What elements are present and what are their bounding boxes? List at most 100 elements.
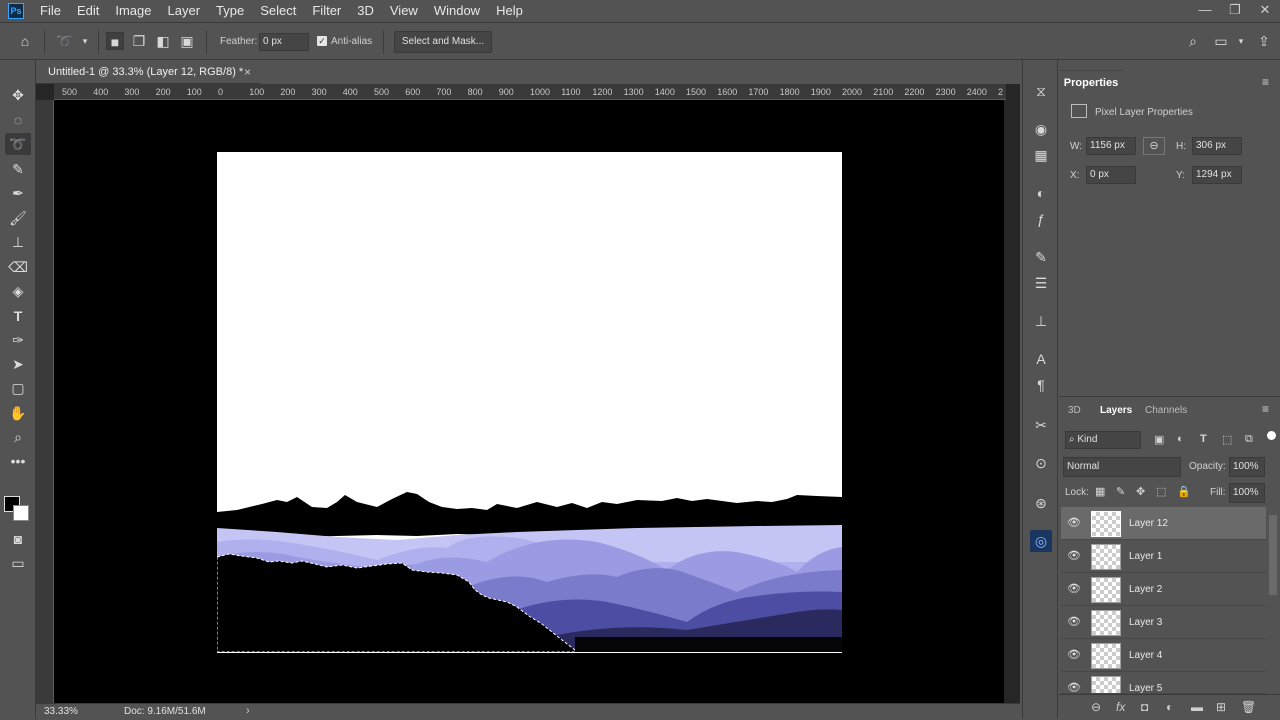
eraser-tool-icon[interactable]: ⌫: [5, 256, 31, 278]
brushes-icon[interactable]: ✎: [1030, 246, 1052, 268]
brush-tool-icon[interactable]: 🖌: [5, 207, 31, 229]
zoom-tool-icon[interactable]: ⌕: [5, 426, 31, 448]
libraries-icon[interactable]: ⊛: [1030, 492, 1052, 514]
filter-adjustment-icon[interactable]: ◐: [1177, 433, 1184, 445]
type-tool-icon[interactable]: T: [5, 305, 31, 327]
new-group-icon[interactable]: ▬: [1191, 700, 1203, 714]
menu-layer[interactable]: Layer: [160, 0, 209, 22]
menu-filter[interactable]: Filter: [304, 0, 349, 22]
learn-icon[interactable]: ◎: [1030, 530, 1052, 552]
layer-row-layer-4[interactable]: 👁 Layer 4: [1061, 639, 1266, 672]
clone-source-icon[interactable]: ⊥: [1030, 310, 1052, 332]
new-selection-icon[interactable]: ■: [106, 32, 124, 50]
chevron-down-icon[interactable]: ▾: [76, 32, 94, 50]
menu-view[interactable]: View: [382, 0, 426, 22]
delete-layer-icon[interactable]: 🗑: [1241, 700, 1256, 714]
filter-kind-select[interactable]: ⌕ Kind: [1065, 431, 1141, 449]
color-icon[interactable]: ◉: [1030, 118, 1052, 140]
anti-alias-checkbox[interactable]: ✓: [317, 36, 327, 46]
feather-input[interactable]: 0 px: [259, 33, 309, 51]
layer-name[interactable]: Layer 1: [1129, 551, 1162, 562]
subtract-from-selection-icon[interactable]: ◧: [154, 32, 172, 50]
adjustments-icon[interactable]: ◐: [1030, 182, 1052, 204]
filter-smart-object-icon[interactable]: ⧉: [1245, 433, 1253, 446]
eyedropper-tool-icon[interactable]: ✒: [5, 182, 31, 204]
brush-settings-icon[interactable]: ☰: [1030, 272, 1052, 294]
height-input[interactable]: 306 px: [1192, 137, 1242, 155]
lock-image-icon[interactable]: ✎: [1116, 485, 1125, 498]
add-mask-icon[interactable]: ◘: [1141, 700, 1148, 714]
minimize-button[interactable]: —: [1190, 0, 1220, 22]
menu-image[interactable]: Image: [107, 0, 159, 22]
screen-mode-icon[interactable]: ▭: [5, 552, 31, 574]
panel-menu-icon[interactable]: ≡: [1262, 402, 1269, 416]
quick-selection-tool-icon[interactable]: ✎: [5, 158, 31, 180]
menu-type[interactable]: Type: [208, 0, 252, 22]
share-icon[interactable]: ⇪: [1255, 32, 1273, 50]
filter-toggle[interactable]: [1267, 431, 1276, 440]
tool-presets-icon[interactable]: ✂: [1030, 414, 1052, 436]
visibility-eye-icon[interactable]: 👁: [1067, 681, 1081, 693]
visibility-eye-icon[interactable]: 👁: [1067, 516, 1081, 529]
menu-3d[interactable]: 3D: [349, 0, 382, 22]
restore-button[interactable]: ❐: [1220, 0, 1250, 22]
visibility-eye-icon[interactable]: 👁: [1067, 615, 1081, 628]
paragraph-icon[interactable]: ¶: [1030, 374, 1052, 396]
workspace-icon[interactable]: ▭: [1212, 32, 1230, 50]
lasso-tool-preset-icon[interactable]: ➰: [56, 32, 74, 50]
intersect-selection-icon[interactable]: ▣: [178, 32, 196, 50]
tab-layers[interactable]: Layers: [1100, 405, 1132, 416]
document-tab[interactable]: Untitled-1 @ 33.3% (Layer 12, RGB/8) * ×: [36, 60, 261, 84]
more-tools-icon[interactable]: •••: [5, 450, 31, 472]
layer-name[interactable]: Layer 4: [1129, 650, 1162, 661]
tab-channels[interactable]: Channels: [1145, 405, 1187, 416]
layer-row-layer-5[interactable]: 👁 Layer 5: [1061, 672, 1266, 694]
paint-bucket-tool-icon[interactable]: ◈: [5, 280, 31, 302]
stamp-tool-icon[interactable]: ⊥: [5, 231, 31, 253]
visibility-eye-icon[interactable]: 👁: [1067, 549, 1081, 562]
move-tool-icon[interactable]: ✥: [5, 84, 31, 106]
history-icon[interactable]: ⧖: [1030, 80, 1052, 102]
landscape-artwork[interactable]: [217, 152, 842, 653]
lock-all-icon[interactable]: 🔒: [1177, 485, 1191, 498]
background-color-swatch[interactable]: [13, 505, 29, 521]
menu-window[interactable]: Window: [426, 0, 488, 22]
filter-pixel-icon[interactable]: ▣: [1154, 433, 1164, 446]
status-menu-arrow[interactable]: ›: [246, 705, 250, 717]
rectangle-tool-icon[interactable]: ▢: [5, 377, 31, 399]
layer-name[interactable]: Layer 5: [1129, 683, 1162, 693]
close-tab-icon[interactable]: ×: [244, 65, 251, 79]
tab-3d[interactable]: 3D: [1068, 405, 1081, 416]
menu-select[interactable]: Select: [252, 0, 304, 22]
pen-tool-icon[interactable]: ✑: [5, 329, 31, 351]
add-to-selection-icon[interactable]: ❐: [130, 32, 148, 50]
hand-tool-icon[interactable]: ✋: [5, 402, 31, 424]
character-icon[interactable]: A: [1030, 348, 1052, 370]
path-selection-tool-icon[interactable]: ➤: [5, 353, 31, 375]
lock-artboard-icon[interactable]: ⬚: [1156, 485, 1166, 498]
visibility-eye-icon[interactable]: 👁: [1067, 648, 1081, 661]
properties-tab[interactable]: Properties: [1059, 70, 1123, 94]
zoom-level[interactable]: 33.33%: [44, 706, 78, 717]
y-input[interactable]: 1294 px: [1192, 166, 1242, 184]
layer-row-layer-3[interactable]: 👁 Layer 3: [1061, 606, 1266, 639]
swatches-icon[interactable]: ▦: [1030, 144, 1052, 166]
width-input[interactable]: 1156 px: [1086, 137, 1136, 155]
menu-help[interactable]: Help: [488, 0, 531, 22]
visibility-eye-icon[interactable]: 👁: [1067, 582, 1081, 595]
layer-name[interactable]: Layer 2: [1129, 584, 1162, 595]
quick-mask-icon[interactable]: ◙: [5, 528, 31, 550]
new-adjustment-layer-icon[interactable]: ◐: [1166, 700, 1173, 714]
opacity-input[interactable]: 100%: [1229, 457, 1265, 477]
fill-input[interactable]: 100%: [1229, 483, 1265, 503]
link-layers-icon[interactable]: ⊖: [1091, 700, 1101, 714]
layer-name[interactable]: Layer 12: [1129, 518, 1168, 529]
menu-file[interactable]: File: [32, 0, 69, 22]
marquee-tool-icon[interactable]: ◌: [5, 109, 31, 131]
layers-scrollbar[interactable]: [1269, 515, 1277, 595]
search-icon[interactable]: ⌕: [1184, 32, 1202, 50]
lasso-tool-icon[interactable]: ➰: [5, 133, 31, 155]
filter-shape-icon[interactable]: ⬚: [1222, 433, 1232, 446]
styles-icon[interactable]: ƒ: [1030, 208, 1052, 230]
lock-transparent-icon[interactable]: ▦: [1095, 485, 1105, 498]
